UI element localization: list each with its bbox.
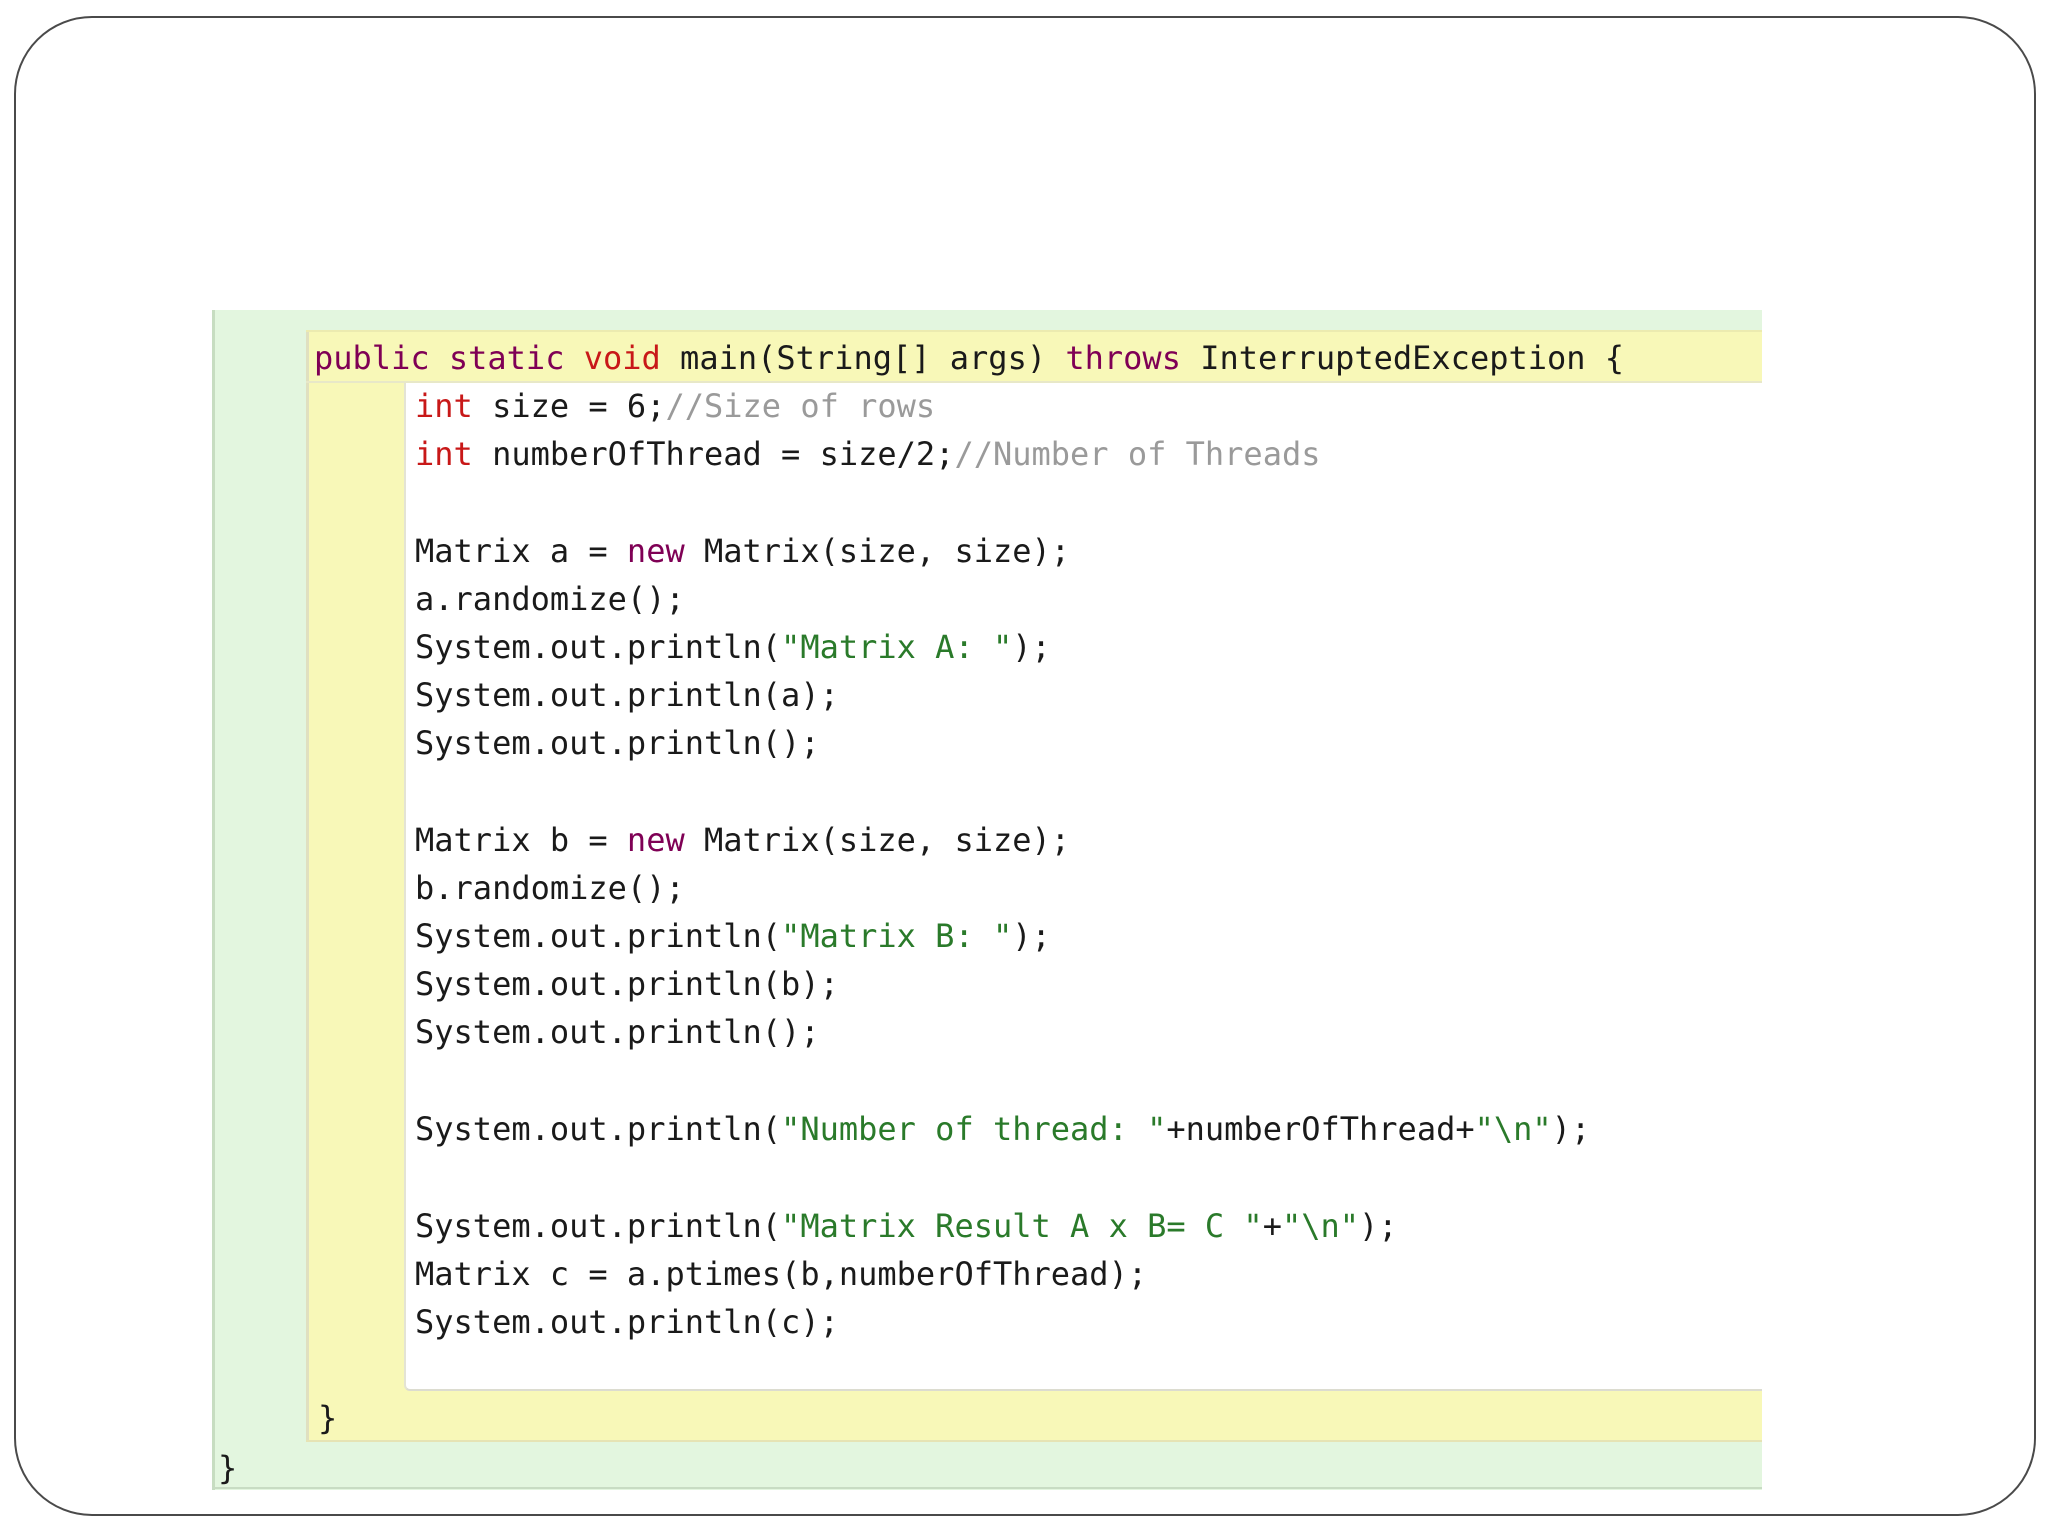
code-text: System.out.println( xyxy=(415,917,782,955)
code-text: ); xyxy=(1012,917,1051,955)
code-line-print-a: System.out.println(a); xyxy=(415,676,839,714)
string-literal: "Matrix Result A x B= C " xyxy=(781,1207,1263,1245)
code-comment: //Number of Threads xyxy=(954,435,1321,473)
code-line-matrix-c: Matrix c = a.ptimes(b,numberOfThread); xyxy=(415,1255,1148,1293)
code-line-print-result: System.out.println("Matrix Result A x B=… xyxy=(415,1206,1398,1246)
keyword-void: void xyxy=(583,339,661,377)
keyword-new: new xyxy=(626,532,685,570)
exception-type: InterruptedException { xyxy=(1200,339,1625,377)
class-scope-bottom-border xyxy=(212,1487,1762,1489)
method-header-divider xyxy=(306,381,1762,383)
method-name-args: main(String[] args) xyxy=(680,339,1047,377)
keyword-int: int xyxy=(415,387,473,425)
code-text: Matrix(size, size); xyxy=(703,821,1071,859)
code-text: Matrix(size, size); xyxy=(703,532,1071,570)
code-line-print-a-label: System.out.println("Matrix A: "); xyxy=(415,627,1051,667)
code-comment: //Size of rows xyxy=(665,387,936,425)
code-text: Matrix b = xyxy=(415,821,627,859)
code-line-print-b: System.out.println(b); xyxy=(415,965,839,1003)
string-literal: "Matrix A: " xyxy=(781,628,1013,666)
code-text: Matrix a = xyxy=(415,532,627,570)
keyword-throws: throws xyxy=(1065,339,1181,377)
code-text: + xyxy=(1262,1207,1282,1245)
code-text: System.out.println( xyxy=(415,1207,782,1245)
code-line-threads: int numberOfThread = size/2;//Number of … xyxy=(415,434,1320,474)
code-text: numberOfThread = size/2; xyxy=(492,435,955,473)
string-literal: "\n" xyxy=(1474,1110,1552,1148)
code-text: System.out.println( xyxy=(415,1110,782,1148)
code-text: size = 6; xyxy=(492,387,666,425)
string-literal: "\n" xyxy=(1281,1207,1360,1245)
keyword-static: static xyxy=(448,339,565,377)
method-signature-line: public static void main(String[] args) t… xyxy=(314,338,1624,378)
code-text: ); xyxy=(1551,1110,1591,1148)
method-scope-bottom-border xyxy=(306,1440,1762,1442)
code-line-randomize-a: a.randomize(); xyxy=(415,580,685,618)
code-text: ); xyxy=(1012,628,1051,666)
code-line-print-b-label: System.out.println("Matrix B: "); xyxy=(415,916,1051,956)
string-literal: "Matrix B: " xyxy=(781,917,1013,955)
keyword-new: new xyxy=(626,821,685,859)
code-line-print-c: System.out.println(c); xyxy=(415,1303,839,1341)
code-text: System.out.println( xyxy=(415,628,782,666)
method-scope-top-border xyxy=(306,330,1762,332)
string-literal: "Number of thread: " xyxy=(781,1110,1167,1148)
code-line-size: int size = 6;//Size of rows xyxy=(415,386,935,426)
keyword-public: public xyxy=(314,339,430,377)
code-line-println-2: System.out.println(); xyxy=(415,1013,820,1051)
code-line-matrix-a: Matrix a = new Matrix(size, size); xyxy=(415,531,1070,571)
code-line-randomize-b: b.randomize(); xyxy=(415,869,685,907)
code-text: ); xyxy=(1359,1207,1398,1245)
code-line-print-threads: System.out.println("Number of thread: "+… xyxy=(415,1109,1590,1149)
class-closing-brace: } xyxy=(218,1449,238,1487)
method-closing-brace: } xyxy=(318,1399,338,1437)
keyword-int: int xyxy=(415,435,473,473)
code-line-println-1: System.out.println(); xyxy=(415,724,820,762)
code-line-matrix-b: Matrix b = new Matrix(size, size); xyxy=(415,820,1070,860)
code-text: +numberOfThread+ xyxy=(1166,1110,1475,1148)
